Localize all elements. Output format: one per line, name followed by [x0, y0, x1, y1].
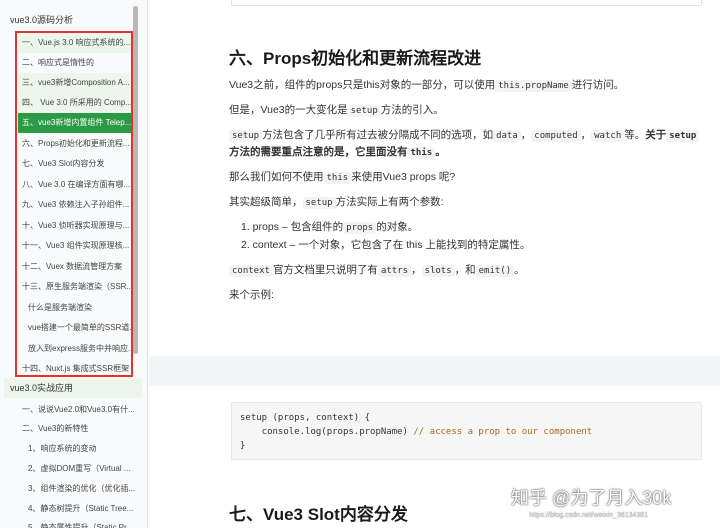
outline-item[interactable]: 十、Vue3 侦听器实现原理与...: [18, 216, 134, 236]
outline-item[interactable]: 七、Vue3 Slot内容分发: [18, 154, 134, 174]
paragraph: 其实超级简单， setup 方法实际上有两个参数:: [229, 196, 444, 209]
code-block[interactable]: setup (props, context) { console.log(pro…: [231, 402, 702, 460]
watermark-url: https://blog.csdn.net/weixin_36134381: [529, 512, 649, 519]
outline-item[interactable]: 八、Vue 3.0 在编译方面有哪...: [18, 175, 134, 195]
outline-subitem[interactable]: 放入到express服务中并响应...: [18, 339, 134, 359]
outline-subitem[interactable]: vue搭建一个最简单的SSR道...: [18, 318, 134, 338]
outline-item[interactable]: 二、Vue3的新特性: [18, 419, 143, 439]
outline-sidebar: vue3.0源码分析 一、Vue.js 3.0 响应式系统的... 二、响应式是…: [0, 0, 148, 528]
watermark-zhihu: 知乎 @为了月入30k: [511, 488, 672, 508]
paragraph-bold-note: 方法的需要重点注意的是，它里面没有 this。: [229, 146, 446, 159]
paragraph: context 官方文档里只说明了有 attrs， slots ，和 emit()。: [229, 262, 525, 277]
outline-item[interactable]: 六、Props初始化和更新流程...: [18, 134, 134, 154]
paragraph: Vue3之前，组件的props只是this对象的一部分，可以使用 this.pro…: [229, 79, 625, 92]
paragraph: 但是，Vue3的一大变化是 setup 方法的引入。: [229, 104, 444, 117]
paragraph: setup 方法包含了几乎所有过去被分隔成不同的选项，如 data， computed…: [229, 127, 700, 142]
outline-item[interactable]: 十三、原生服务端渲染（SSR...: [18, 277, 134, 297]
paragraph: 那么我们如何不使用 this 来使用Vue3 props 呢?: [229, 171, 456, 184]
outline-subitem[interactable]: 什么是服务端渲染: [18, 298, 134, 318]
outline-subitem[interactable]: 1、响应系统的变动: [18, 439, 143, 459]
list-item: 1. props – 包含组件的 props 的对象。: [241, 221, 419, 234]
paragraph: 来个示例:: [229, 289, 274, 301]
outline-subitem[interactable]: 5、静态属性提升（Static Pr...: [18, 518, 143, 528]
outline-subitem[interactable]: 3、组件渲染的优化（优化插...: [18, 479, 143, 499]
previous-card-edge: [231, 0, 702, 6]
outline-section-source-analysis[interactable]: vue3.0源码分析: [4, 10, 142, 30]
sidebar-scrollbar[interactable]: [133, 6, 138, 354]
outline-item[interactable]: 九、Vue3 依赖注入子孙组件...: [18, 195, 134, 215]
card-separator: [149, 356, 720, 386]
outline-subitem[interactable]: 2、虚拟DOM重写（Virtual ...: [18, 459, 143, 479]
outline-item[interactable]: 十四、Nuxt.js 集成式SSR框架: [18, 359, 134, 379]
outline-item[interactable]: 二、响应式是惰性的: [18, 53, 134, 73]
section-heading-props: 六、Props初始化和更新流程改进: [229, 49, 482, 68]
outline-item[interactable]: 十二、Vuex 数据流管理方案: [18, 257, 134, 277]
list-item: 2. context – 一个对象，它包含了在 this 上能找到的特定属性。: [241, 239, 531, 251]
outline-item[interactable]: 一、说说Vue2.0和Vue3.0有什...: [18, 400, 143, 420]
outline-item[interactable]: 一、Vue.js 3.0 响应式系统的...: [18, 33, 134, 53]
outline-item-selected[interactable]: 五、vue3新增内置组件 Telep...: [18, 113, 134, 133]
outline-item[interactable]: 三、vue3新增Composition A...: [18, 73, 134, 93]
outline-subitem[interactable]: 4、静态树提升（Static Tree...: [18, 499, 143, 519]
article-content: 六、Props初始化和更新流程改进 Vue3之前，组件的props只是this对…: [149, 0, 720, 528]
section-heading-slot: 七、Vue3 Slot内容分发: [229, 505, 408, 524]
outline-item[interactable]: 四、 Vue 3.0 所采用的 Comp...: [18, 93, 134, 113]
outline-section-practice[interactable]: vue3.0实战应用: [4, 378, 142, 398]
outline-item[interactable]: 十一、Vue3 组件实现原理核...: [18, 236, 134, 256]
